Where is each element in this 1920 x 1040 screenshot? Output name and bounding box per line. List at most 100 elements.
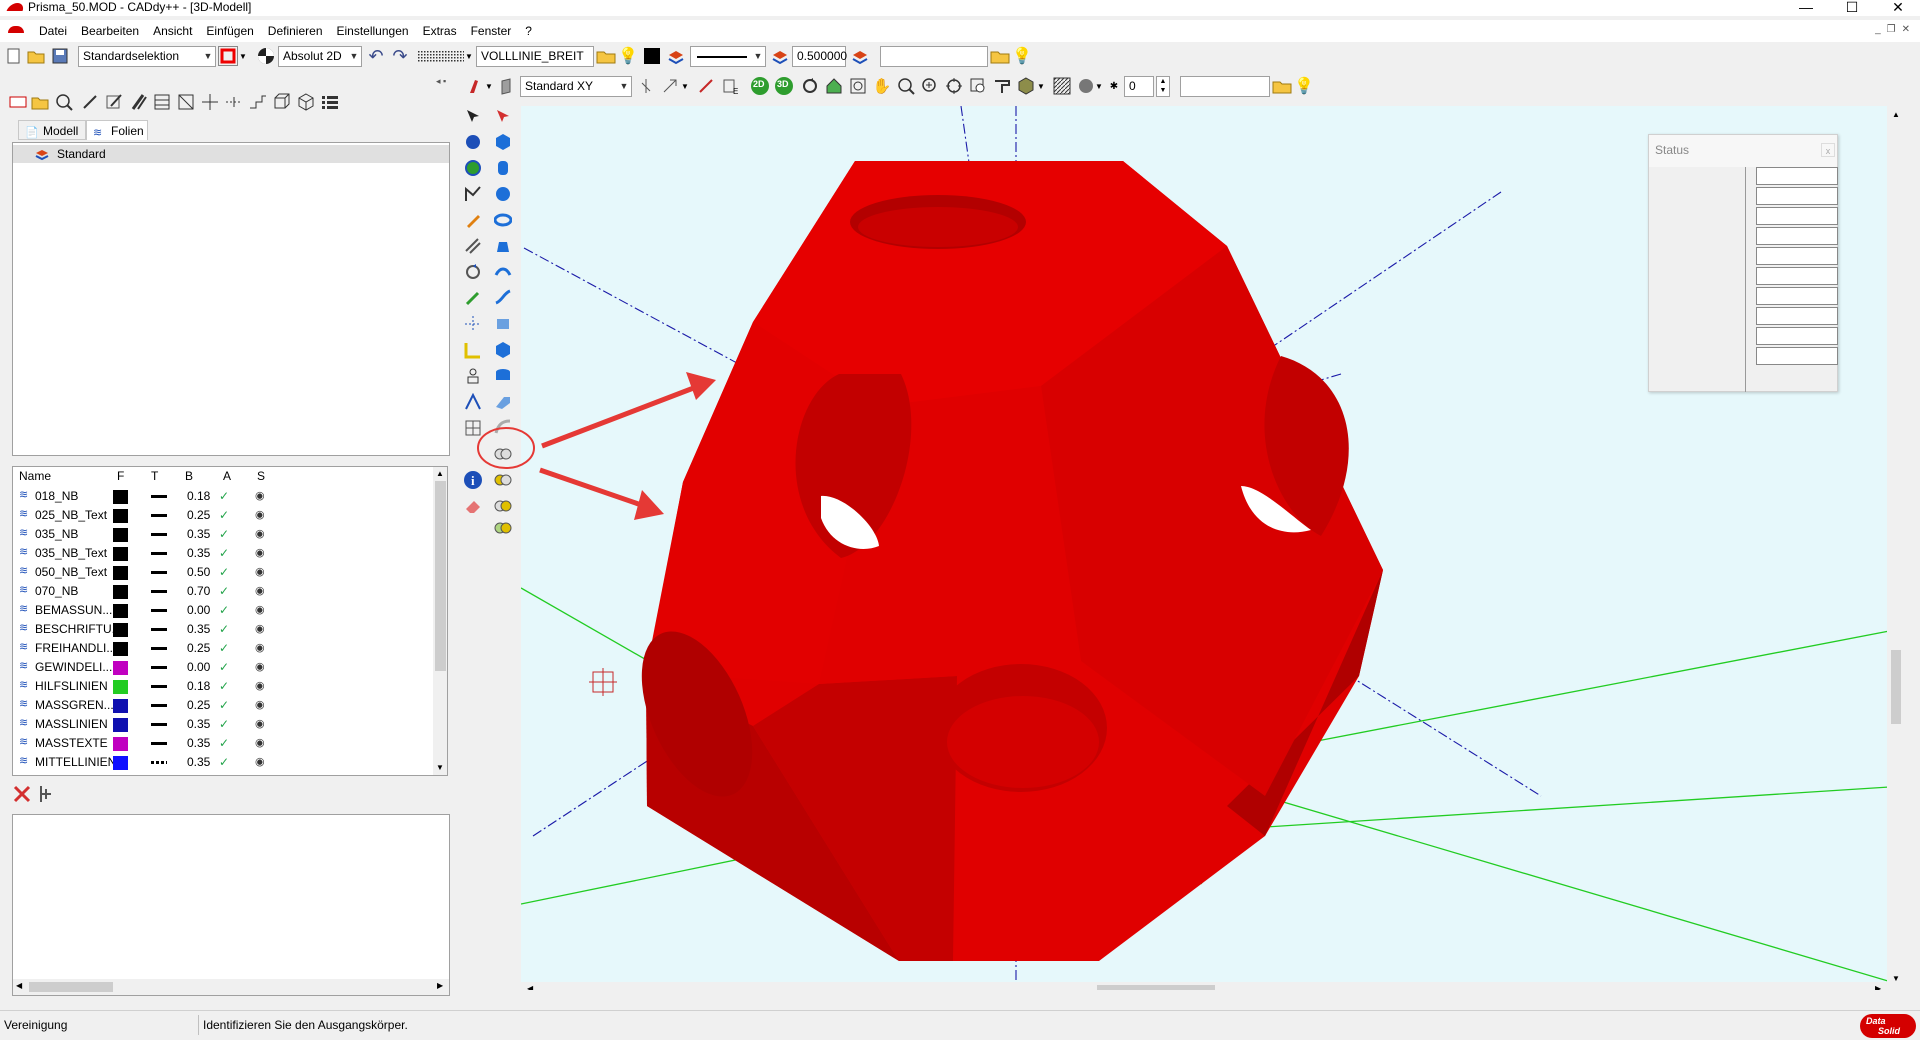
layer-active-check-icon[interactable]: ✓ [219, 565, 229, 579]
tool-torus-icon[interactable] [493, 210, 513, 230]
maximize-button[interactable]: ☐ [1830, 0, 1874, 16]
panel-dimension-icon[interactable] [224, 92, 244, 112]
layer-row[interactable]: ≋ 018_NB 0.18 ✓ ◉ [13, 487, 433, 506]
layer-color-swatch[interactable] [113, 490, 128, 504]
toolbar1-empty-field[interactable] [880, 46, 988, 67]
tool-select-red-icon[interactable] [493, 106, 513, 126]
panel-slash-icon[interactable] [176, 92, 196, 112]
viewport-vscrollbar[interactable]: ▲ ▼ [1887, 106, 1905, 990]
save-icon[interactable] [50, 46, 70, 66]
tool-dimension-icon[interactable] [463, 340, 483, 360]
layer-line-sample[interactable] [151, 514, 167, 517]
menu-item-5[interactable]: Einstellungen [330, 24, 416, 39]
line-width-field[interactable]: 0.500000 [792, 46, 847, 67]
tab-modell[interactable]: 📄 Modell [18, 120, 86, 140]
view-zoom-in-icon[interactable] [920, 76, 940, 96]
layer-color-swatch[interactable] [113, 718, 128, 732]
view-sphere-dropdown-icon[interactable]: ▼ [1094, 76, 1104, 96]
status-window-close[interactable]: x [1821, 143, 1835, 157]
panel-cube-icon[interactable] [296, 92, 316, 112]
layer-active-check-icon[interactable]: ✓ [219, 698, 229, 712]
color-swatch-icon[interactable] [642, 46, 662, 66]
menu-item-1[interactable]: Bearbeiten [74, 24, 146, 39]
tool-transform-icon[interactable] [463, 262, 483, 282]
view-folder-icon[interactable] [1272, 76, 1292, 96]
scroll-up-icon[interactable]: ▲ [436, 469, 444, 478]
layer-color-swatch[interactable] [113, 547, 128, 561]
layer-active-check-icon[interactable]: ✓ [219, 603, 229, 617]
layer-active-check-icon[interactable]: ✓ [219, 755, 229, 769]
tool-sphere-icon[interactable] [463, 132, 483, 152]
view-light-icon[interactable] [636, 76, 656, 96]
panel-box-icon[interactable] [272, 92, 292, 112]
view-render-dropdown-icon[interactable]: ▼ [1036, 76, 1046, 96]
layer-row[interactable]: ≋ 070_NB 0.70 ✓ ◉ [13, 582, 433, 601]
tool-box-icon[interactable] [493, 132, 513, 152]
layer-line-sample[interactable] [151, 495, 167, 498]
layer-color-swatch[interactable] [113, 642, 128, 656]
layer-visible-eye-icon[interactable]: ◉ [255, 489, 265, 502]
layer-line-sample[interactable] [151, 552, 167, 555]
layer-color-swatch[interactable] [113, 528, 128, 542]
new-file-icon[interactable] [4, 46, 24, 66]
layer-row[interactable]: ≋ 025_NB_Text 0.25 ✓ ◉ [13, 506, 433, 525]
layers-icon[interactable] [666, 46, 686, 66]
panel-pencil-icon[interactable] [80, 92, 100, 112]
layers-width-icon[interactable] [770, 46, 790, 66]
selection-mode-select[interactable]: Standardselektion ▼ [78, 46, 216, 67]
layer-line-sample[interactable] [151, 761, 167, 764]
layer-color-swatch[interactable] [113, 585, 128, 599]
view-orbit-icon[interactable] [800, 76, 820, 96]
layer-folder-icon[interactable] [596, 46, 616, 66]
col-t[interactable]: T [151, 469, 158, 483]
line-style-select[interactable]: ▼ [690, 46, 766, 67]
layer-visible-eye-icon[interactable]: ◉ [255, 546, 265, 559]
coordinate-mode-select[interactable]: Absolut 2D ▼ [278, 46, 362, 67]
view-render-icon[interactable] [1016, 76, 1036, 96]
view-3d-button[interactable]: 3D [774, 76, 794, 96]
undo-icon[interactable]: ↶ [366, 46, 386, 66]
layer-active-check-icon[interactable]: ✓ [219, 546, 229, 560]
minimize-button[interactable]: — [1784, 0, 1828, 16]
layer-visible-eye-icon[interactable]: ◉ [255, 698, 265, 711]
hscroll-right-icon[interactable]: ▶ [437, 981, 443, 990]
layer-line-sample[interactable] [151, 647, 167, 650]
color-dropdown-icon[interactable]: ▼ [238, 46, 248, 66]
redo-icon[interactable]: ↷ [390, 46, 410, 66]
tool-pencil-icon[interactable] [463, 210, 483, 230]
panel-crosshair-icon[interactable] [200, 92, 220, 112]
layer-row[interactable]: ≋ 035_NB_Text 0.35 ✓ ◉ [13, 544, 433, 563]
tool-revolve-icon[interactable] [493, 314, 513, 334]
tool-surface-icon[interactable] [463, 158, 483, 178]
tool-sweep-icon[interactable] [493, 262, 513, 282]
layer-line-sample[interactable] [151, 571, 167, 574]
tool-cylinder-icon[interactable] [493, 158, 513, 178]
mdi-minimize-button[interactable]: _ [1875, 24, 1881, 35]
spin-value-field[interactable]: 0 [1124, 76, 1154, 97]
properties-hscrollbar[interactable]: ◀ ▶ [13, 979, 449, 995]
view-arrow-icon[interactable] [660, 76, 680, 96]
tree-item-standard[interactable]: Standard [13, 145, 449, 163]
view-zoom-all-icon[interactable] [944, 76, 964, 96]
layer-visible-eye-icon[interactable]: ◉ [255, 565, 265, 578]
hscroll2-right-icon[interactable]: ▶ [1875, 984, 1881, 990]
layer-active-check-icon[interactable]: ✓ [219, 736, 229, 750]
col-a[interactable]: A [223, 469, 231, 483]
view-sphere-icon[interactable] [1076, 76, 1096, 96]
tool-sketch-icon[interactable] [463, 184, 483, 204]
lightbulb-icon[interactable]: 💡 [618, 46, 638, 66]
menu-item-8[interactable]: ? [518, 24, 539, 39]
layer-table-scrollbar[interactable]: ▲ ▼ [433, 467, 447, 775]
layer-visible-eye-icon[interactable]: ◉ [255, 717, 265, 730]
layer-visible-eye-icon[interactable]: ◉ [255, 641, 265, 654]
layer-line-sample[interactable] [151, 609, 167, 612]
view-section-icon[interactable] [992, 76, 1012, 96]
layer-active-check-icon[interactable]: ✓ [219, 489, 229, 503]
properties-scroll-thumb[interactable] [29, 982, 113, 992]
layer-row[interactable]: ≋ BEMASSUN... 0.00 ✓ ◉ [13, 601, 433, 620]
layer-color-swatch[interactable] [113, 604, 128, 618]
menu-item-4[interactable]: Definieren [261, 24, 330, 39]
viewport-vscroll-thumb[interactable] [1891, 650, 1901, 724]
panel-brush-icon[interactable] [128, 92, 148, 112]
layer-row[interactable]: ≋ BESCHRIFTU... 0.35 ✓ ◉ [13, 620, 433, 639]
